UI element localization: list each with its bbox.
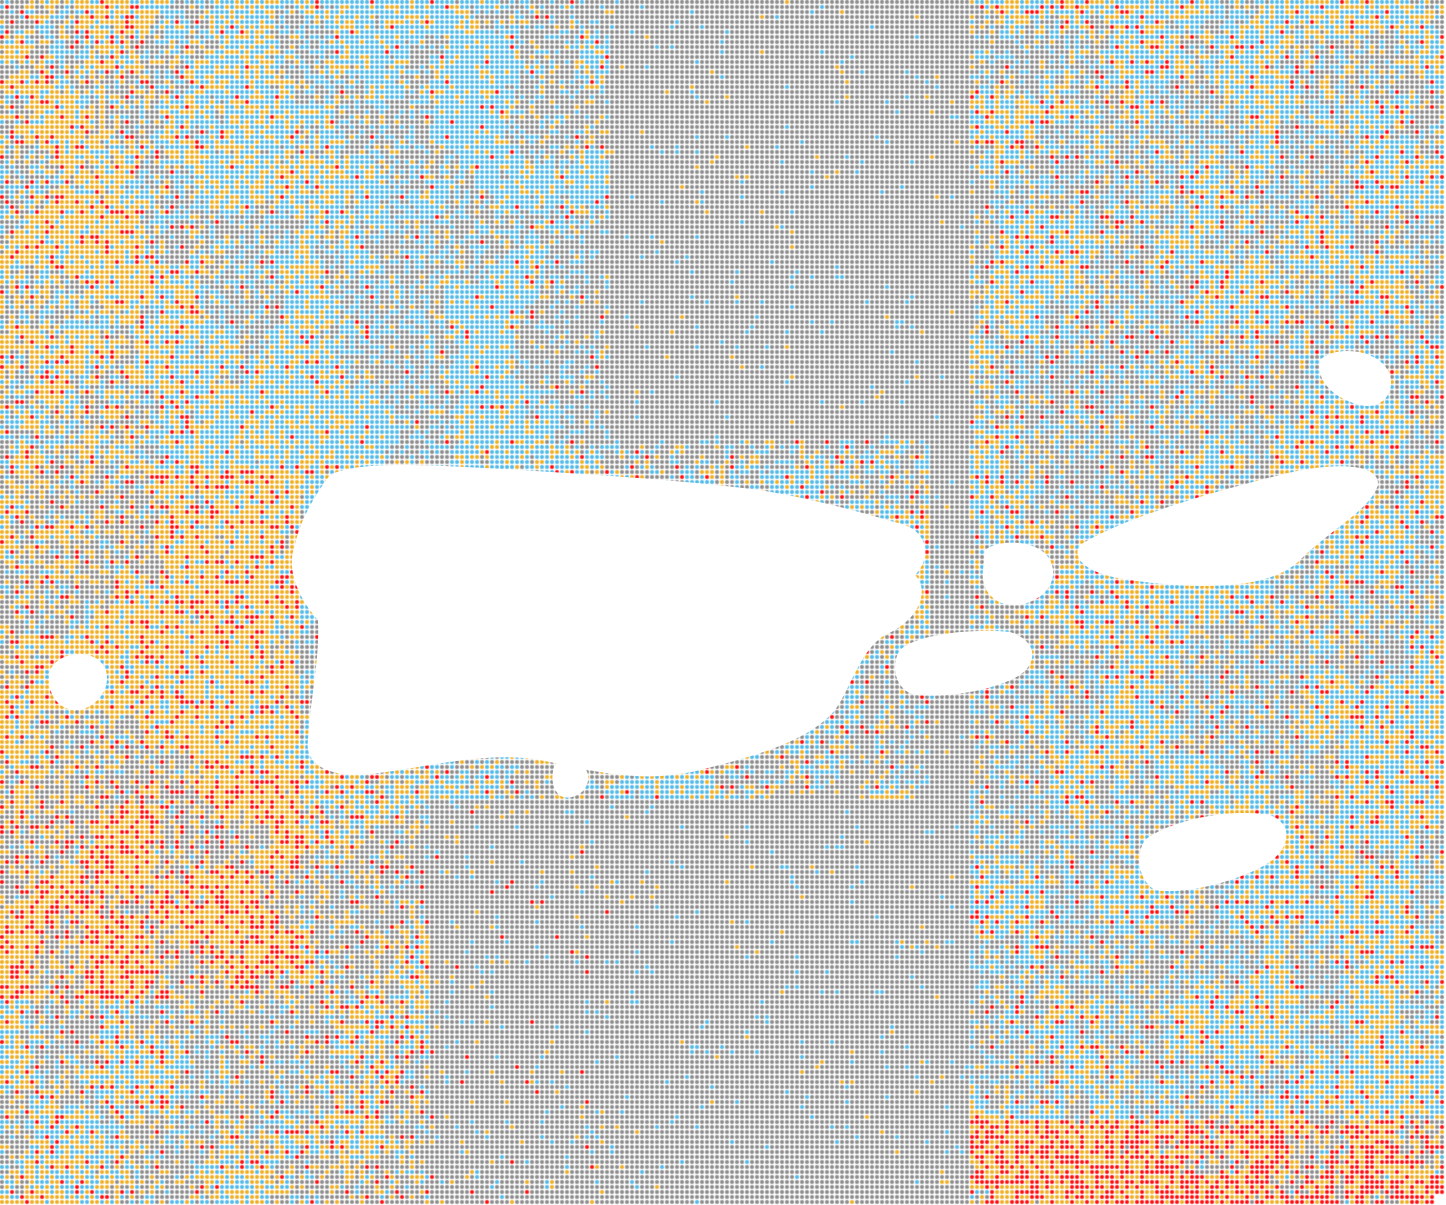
east-island-southeast	[1139, 812, 1287, 892]
east-island-upper-right	[1319, 351, 1391, 406]
east-island-upper-left	[982, 542, 1054, 606]
east-island-long	[1077, 466, 1379, 586]
main-island	[291, 465, 926, 777]
west-islet	[49, 653, 108, 711]
map-frame	[0, 0, 1446, 1205]
east-island-lower-left	[895, 630, 1033, 696]
land-mask	[49, 351, 1391, 892]
